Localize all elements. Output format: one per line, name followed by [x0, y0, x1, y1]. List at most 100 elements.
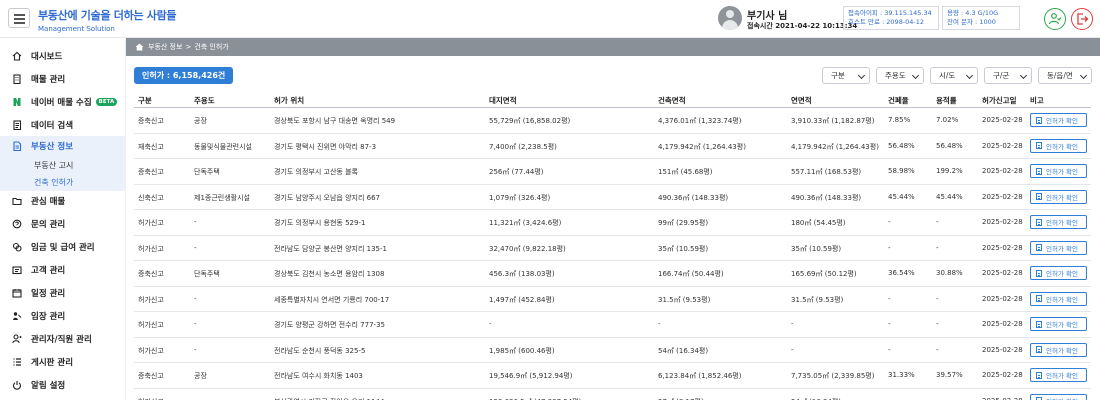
filter-usage-select[interactable]: 주용도 — [876, 67, 924, 84]
beta-badge: BETA — [95, 98, 118, 106]
permit-check-button[interactable]: 인허가 확인 — [1030, 266, 1087, 280]
table-cell: 세종특별자치시 연서면 기룡리 700-17 — [274, 295, 390, 304]
table-cell: - — [936, 320, 939, 328]
sidebar-item-listings[interactable]: 매물 관리 — [0, 69, 126, 89]
table-cell: 32,470㎡ (9,822.18평) — [489, 244, 566, 253]
permit-check-button[interactable]: 인허가 확인 — [1030, 368, 1087, 382]
filter-sido-select[interactable]: 시/도 — [930, 67, 978, 84]
filter-dong-select[interactable]: 동/읍/면 — [1038, 67, 1092, 84]
permit-check-button[interactable]: 인허가 확인 — [1030, 317, 1087, 331]
permit-check-button[interactable]: 인허가 확인 — [1030, 393, 1087, 400]
sidebar-item-real-estate-info[interactable]: 부동산 정보 — [0, 136, 126, 156]
table-cell: 4,179.942㎡ (1,264.43평) — [658, 142, 746, 151]
breadcrumb-current: 건축 인허가 — [194, 43, 229, 51]
permit-check-button[interactable]: 인허가 확인 — [1030, 291, 1087, 306]
table-cell: 2025-02-28 — [982, 243, 1023, 252]
table-cell: 경상북도 포항시 남구 대송면 옥명리 549 — [274, 117, 396, 125]
table-cell: 55,729㎡ (16,858.02평) — [489, 117, 571, 125]
sidebar-subitem-notice[interactable]: 부동산 고시 — [34, 160, 73, 171]
permit-check-button[interactable]: 인허가 확인 — [1030, 113, 1087, 127]
sidebar-item-interest[interactable]: 관심 매물 — [0, 191, 126, 211]
chevron-down-icon — [911, 71, 920, 80]
table-cell: 54㎡ (16.34평) — [658, 346, 709, 355]
brand-title: 부동산에 기술을 더하는 사람들 — [38, 9, 177, 22]
column-header: 주용도 — [194, 96, 215, 105]
table-cell: 27㎡ (8.17평) — [658, 397, 704, 400]
permit-check-button[interactable]: 인허가 확인 — [1030, 342, 1087, 357]
brand-subtitle: Management Solution — [38, 25, 115, 33]
table-cell: 56.48% — [936, 141, 963, 150]
sidebar-item-naver-collect[interactable]: 네이버 매물 수집 BETA — [0, 92, 126, 112]
sidebar-item-dashboard[interactable]: 대시보드 — [0, 46, 126, 66]
document-icon — [12, 120, 22, 130]
brand-logo[interactable]: 부동산에 기술을 더하는 사람들 Management Solution — [38, 7, 177, 33]
table-cell: 56.48% — [888, 141, 915, 150]
permit-check-button[interactable]: 인허가 확인 — [1030, 189, 1087, 204]
table-cell: 전라남도 담양군 봉산면 양지리 135-1 — [274, 244, 387, 253]
table-cell: 경기도 남양주시 오남읍 양지리 667 — [274, 193, 380, 202]
breadcrumb-item[interactable]: 부동산 정보 — [148, 42, 182, 52]
permit-check-button[interactable]: 인허가 확인 — [1030, 215, 1087, 229]
table-cell: 단독주택 — [194, 168, 220, 176]
field-icon — [12, 311, 22, 321]
inquiry-icon — [12, 219, 22, 229]
table-row: 신축신고 제1종근린생활시설 경기도 남양주시 오남읍 양지리 667 1,079㎡ … — [134, 185, 1091, 210]
host-expiry-info: 호스트 만료 : 2098-04-12 — [848, 18, 925, 26]
table-cell: 45.44% — [888, 192, 915, 201]
table-row: 허가신고 - 경기도 양평군 강하면 전수리 777-35 - - - - - 2025-02-… — [134, 312, 1091, 338]
permit-check-button[interactable]: 인허가 확인 — [1030, 138, 1087, 153]
table-cell: 158,636.5㎡ (47,987.54평) — [489, 397, 581, 400]
table-cell: 증축신고 — [138, 372, 164, 380]
mypage-button[interactable] — [1044, 8, 1066, 30]
sidebar-item-field-visit[interactable]: 임장 관리 — [0, 306, 126, 326]
table-cell: 재축신고 — [138, 142, 164, 151]
document-icon — [1036, 295, 1042, 302]
table-cell: 7,735.05㎡ (2,339.85평) — [791, 372, 875, 380]
permit-check-button[interactable]: 인허가 확인 — [1030, 240, 1087, 255]
sidebar-item-inquiry[interactable]: 문의 관리 — [0, 214, 126, 234]
table-cell: 허가신고 — [138, 219, 164, 227]
table-cell: 2025-02-28 — [982, 269, 1023, 277]
table-cell: 35㎡ (10.59평) — [658, 244, 709, 253]
table-cell: 2025-02-28 — [982, 167, 1023, 175]
sidebar-item-label: 대시보드 — [31, 52, 63, 62]
table-cell: 허가신고 — [138, 321, 164, 329]
table-cell: 2025-02-28 — [982, 218, 1023, 226]
host-info-box: 접속아이피 : 39.115.145.34 호스트 만료 : 2098-04-1… — [843, 6, 939, 30]
filter-gugun-select[interactable]: 구/군 — [984, 67, 1032, 84]
sidebar-item-label: 문의 관리 — [31, 220, 66, 230]
table-cell: - — [936, 294, 939, 303]
table-cell: 경기도 의정부시 용현동 529-1 — [274, 219, 366, 227]
home-icon[interactable] — [135, 43, 144, 51]
sidebar-item-schedule[interactable]: 일정 관리 — [0, 283, 126, 303]
user-avatar-icon[interactable] — [718, 6, 742, 30]
table-cell: 2025-02-28 — [982, 192, 1023, 201]
sidebar-subitem-building-permit[interactable]: 건축 인허가 — [34, 177, 73, 188]
sidebar-item-wage[interactable]: 임금 및 급여 관리 — [0, 237, 126, 257]
sidebar-item-label: 부동산 정보 — [31, 142, 74, 152]
table-row: 증축신고 단독주택 경상북도 김천시 농소면 용암리 1308 456.3㎡ (138… — [134, 261, 1091, 287]
sidebar-item-board[interactable]: 게시판 관리 — [0, 352, 126, 372]
building-icon — [12, 74, 22, 84]
table-cell: - — [888, 345, 891, 354]
table-cell: - — [936, 397, 939, 400]
menu-toggle-button[interactable] — [8, 8, 30, 28]
sidebar-item-alarm[interactable]: 알림 설정 — [0, 375, 126, 395]
table-cell: - — [888, 218, 891, 226]
sidebar-item-customer[interactable]: 고객 관리 — [0, 260, 126, 280]
sidebar-item-data-search[interactable]: 데이터 검색 — [0, 115, 126, 135]
logout-button[interactable] — [1071, 8, 1093, 30]
table-cell: 허가신고 — [138, 295, 164, 304]
table-cell: 증축신고 — [138, 168, 164, 176]
table-row: 허가신고 - 전라남도 담양군 봉산면 양지리 135-1 32,470㎡ (9,82… — [134, 236, 1091, 261]
table-cell: - — [791, 345, 794, 354]
sidebar-item-staff[interactable]: 관리자/직원 관리 — [0, 329, 126, 349]
permit-check-button[interactable]: 인허가 확인 — [1030, 164, 1087, 178]
sidebar-item-label: 데이터 검색 — [31, 121, 74, 131]
column-header: 허가 위치 — [274, 96, 305, 105]
table-cell: - — [489, 320, 492, 328]
table-cell: 11,321㎡ (3,424.6평) — [489, 219, 562, 227]
filter-type-select[interactable]: 구분 — [822, 67, 870, 84]
permit-count-badge: 인허가 : 6,158,426건 — [134, 67, 234, 84]
table-cell: - — [194, 397, 197, 400]
